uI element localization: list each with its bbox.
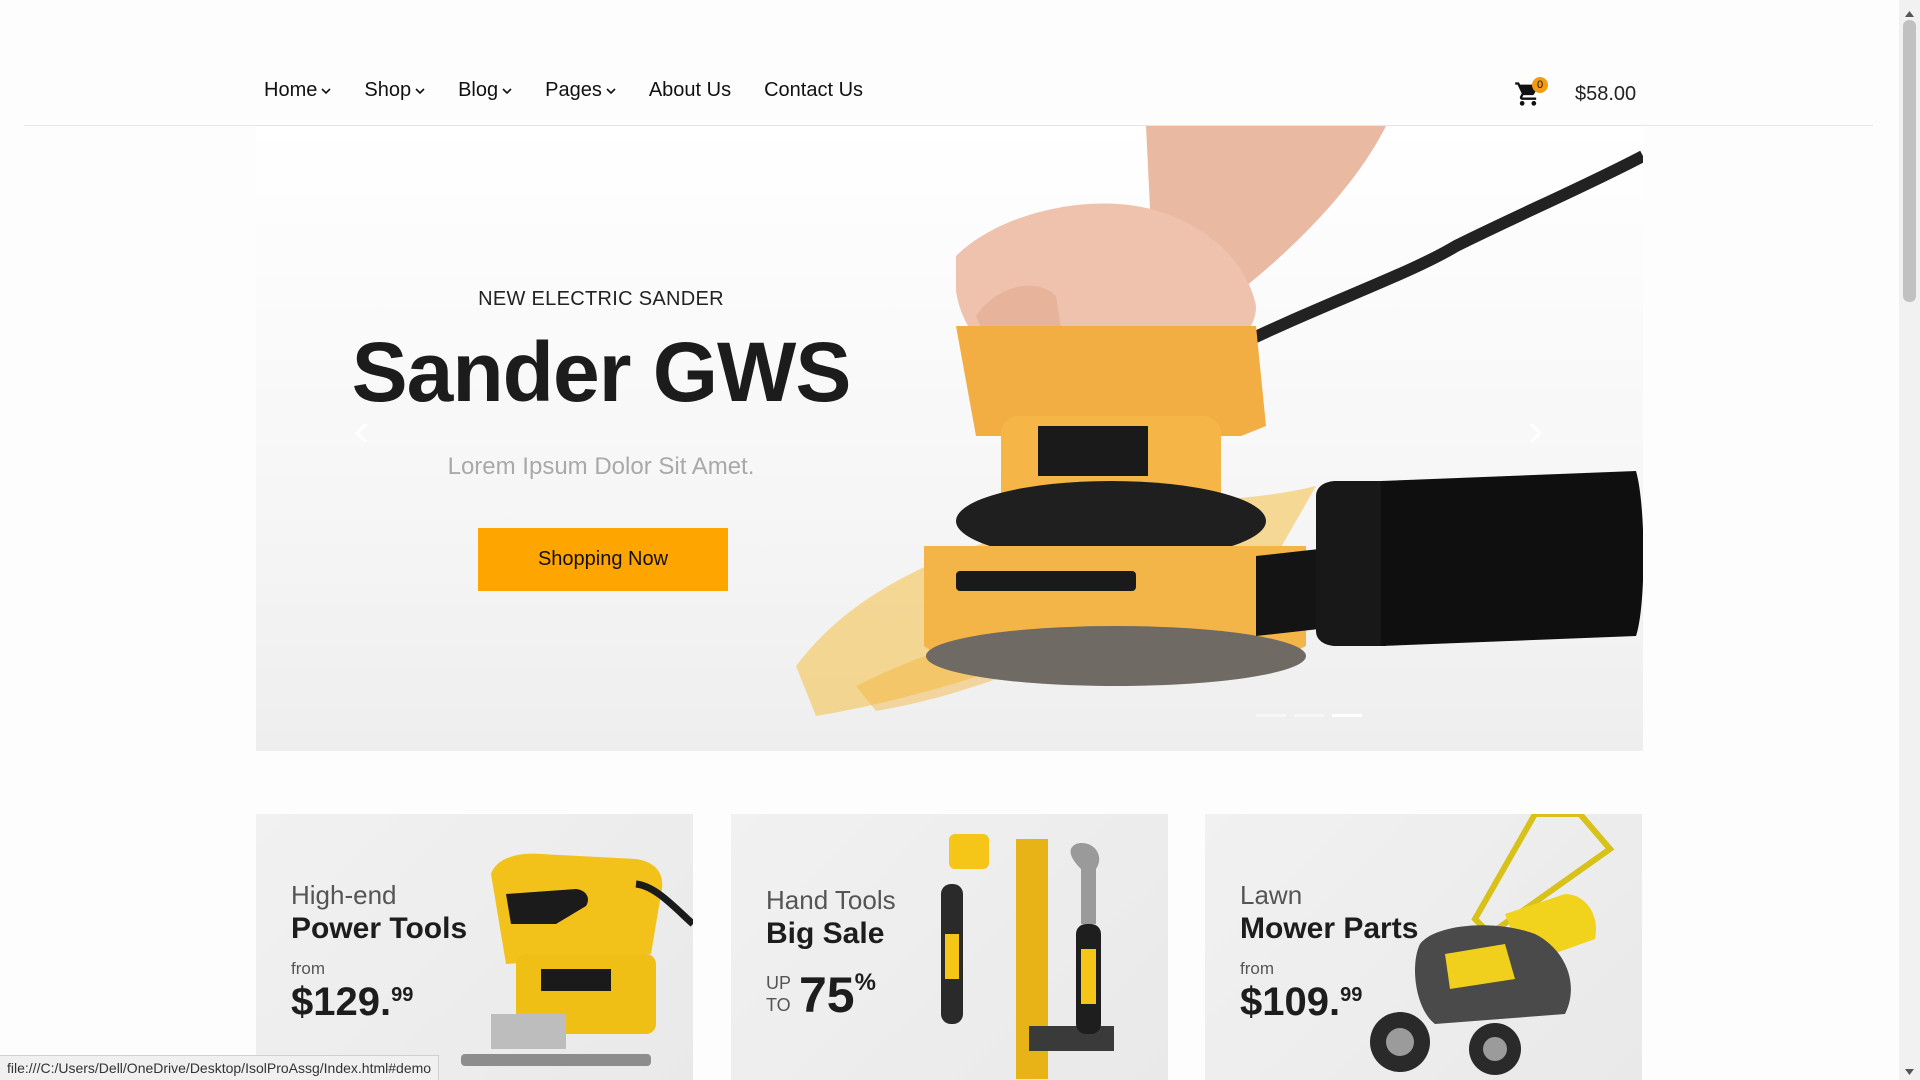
discount-percent: 75% xyxy=(799,966,876,1024)
promo-card-power-tools[interactable]: High-end Power Tools from $129.99 xyxy=(256,814,693,1080)
promo-card-hand-tools[interactable]: Hand Tools Big Sale UP TO 75% xyxy=(731,814,1168,1080)
card-from-label: from xyxy=(1240,959,1274,978)
card-kicker: High-end xyxy=(291,880,397,910)
nav-label: Contact Us xyxy=(764,79,864,101)
hero-title: Sander GWS xyxy=(351,325,852,419)
card-title: Power Tools xyxy=(291,912,468,945)
price-main: $129. xyxy=(291,980,392,1024)
card-title: Big Sale xyxy=(766,917,885,950)
hero-slider: NEW ELECTRIC SANDER Sander GWS Lorem Ips… xyxy=(256,126,1643,751)
shopping-now-button[interactable]: Shopping Now xyxy=(478,528,728,591)
card-kicker: Lawn xyxy=(1240,880,1303,910)
card-title: Mower Parts xyxy=(1240,912,1419,945)
hero-kicker: NEW ELECTRIC SANDER xyxy=(478,288,724,310)
promo-card-mower-parts[interactable]: Lawn Mower Parts from $109.99 xyxy=(1205,814,1642,1080)
hero-subtitle: Lorem Ipsum Dolor Sit Amet. xyxy=(447,453,755,480)
nav-label: Home xyxy=(264,79,318,101)
price-cents: 99 xyxy=(391,984,414,1006)
site-header: Home Shop Blog Pages About Us Contact Us… xyxy=(24,0,1873,126)
page-scrollbar[interactable] xyxy=(1899,0,1920,1080)
price-cents: 99 xyxy=(1340,984,1363,1006)
cart-button[interactable]: 0 xyxy=(1514,77,1548,108)
scroll-down-arrow-icon[interactable] xyxy=(1904,1064,1915,1075)
chevron-right-icon xyxy=(1529,422,1543,444)
scrollbar-thumb[interactable] xyxy=(1903,20,1916,302)
slide-indicator-1[interactable] xyxy=(1256,714,1286,717)
chevron-down-icon xyxy=(606,87,616,95)
scroll-up-arrow-icon[interactable] xyxy=(1904,6,1915,17)
nav-label: Blog xyxy=(458,79,499,101)
card-price: $109.99 xyxy=(1240,980,1362,1025)
chevron-down-icon xyxy=(321,87,331,95)
chevron-left-icon xyxy=(354,422,368,444)
nav-item-contact-us[interactable]: Contact Us xyxy=(764,79,863,102)
price-main: $109. xyxy=(1240,980,1341,1024)
up-to-label: UP TO xyxy=(766,972,791,1016)
chevron-down-icon xyxy=(502,87,512,95)
nav-label: Shop xyxy=(364,79,412,101)
nav-item-about-us[interactable]: About Us xyxy=(649,79,731,102)
slider-indicators xyxy=(1256,714,1362,717)
card-kicker: Hand Tools xyxy=(766,885,896,915)
nav-item-shop[interactable]: Shop xyxy=(364,79,425,102)
nav-item-pages[interactable]: Pages xyxy=(545,79,616,102)
jigsaw-image xyxy=(461,853,693,1066)
cart-total[interactable]: $58.00 xyxy=(1575,83,1636,106)
nav-label: Pages xyxy=(545,79,602,101)
slider-next-button[interactable] xyxy=(1520,418,1550,448)
chevron-down-icon xyxy=(415,87,425,95)
main-nav: Home Shop Blog Pages About Us Contact Us xyxy=(264,79,896,102)
up-label: UP xyxy=(766,973,792,993)
to-label: TO xyxy=(766,995,791,1015)
nav-item-home[interactable]: Home xyxy=(264,79,331,102)
nav-label: About Us xyxy=(648,79,732,101)
percent-value: 75 xyxy=(799,967,855,1023)
nav-item-blog[interactable]: Blog xyxy=(458,79,512,102)
card-price: $129.99 xyxy=(291,980,413,1025)
slider-prev-button[interactable] xyxy=(347,418,377,448)
slide-indicator-2[interactable] xyxy=(1294,714,1324,717)
slide-indicator-3[interactable] xyxy=(1332,714,1362,717)
lawn-mower-image xyxy=(1370,814,1615,1075)
cart-count-badge: 0 xyxy=(1532,77,1548,93)
browser-status-bar: file:///C:/Users/Dell/OneDrive/Desktop/I… xyxy=(0,1055,440,1080)
card-from-label: from xyxy=(291,959,325,978)
percent-sign: % xyxy=(854,969,876,996)
